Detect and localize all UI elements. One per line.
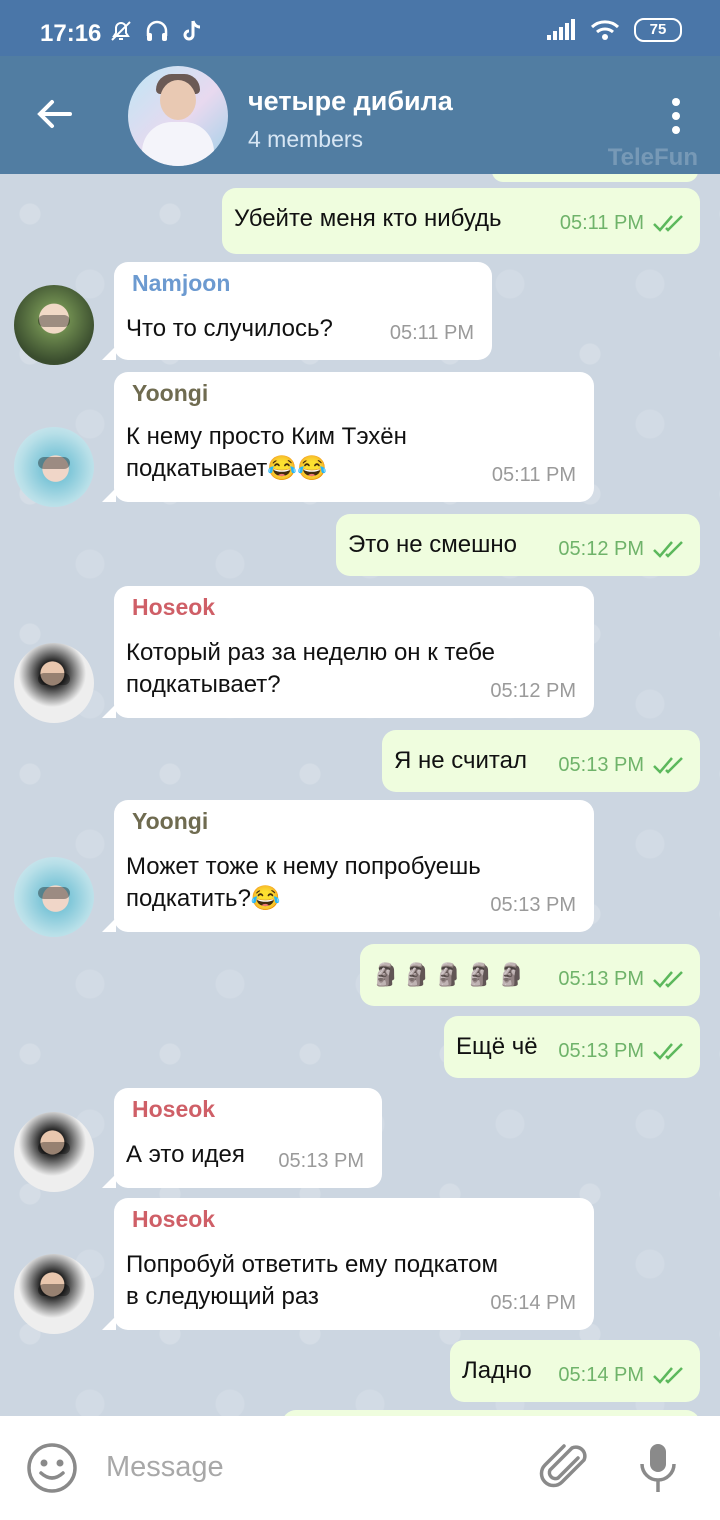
bubble-tail: [102, 704, 116, 718]
bubble-tail: [102, 1174, 116, 1188]
avatar[interactable]: [14, 285, 94, 365]
bubble-tail: [102, 488, 116, 502]
message-bubble-incoming[interactable]: Hoseok А это идея 05:13 PM: [114, 1088, 382, 1188]
signal-icon: [547, 19, 575, 40]
read-checkmarks-icon: [653, 757, 683, 774]
message-text-line: подкатить?😂: [126, 885, 281, 912]
message-text: Ладно: [462, 1357, 532, 1384]
mute-bell-icon: [111, 21, 131, 41]
microphone-icon[interactable]: [636, 1440, 680, 1496]
attach-icon[interactable]: [538, 1440, 592, 1494]
message-bubble-outgoing[interactable]: Убейте меня кто нибудь 05:11 PM: [222, 188, 700, 254]
sender-name[interactable]: Hoseok: [132, 594, 215, 621]
message-bubble-incoming[interactable]: Hoseok Который раз за неделю он к тебе п…: [114, 586, 594, 718]
message-bubble-incoming[interactable]: Yoongi К нему просто Ким Тэхён подкатыва…: [114, 372, 594, 502]
message-time: 05:12 PM: [558, 538, 644, 560]
sender-name[interactable]: Yoongi: [132, 808, 208, 835]
emoji-icon[interactable]: [26, 1442, 78, 1494]
message-text-line: подкатывает?: [126, 671, 281, 698]
sender-name[interactable]: Yoongi: [132, 380, 208, 407]
avatar[interactable]: [14, 643, 94, 723]
avatar[interactable]: [14, 1254, 94, 1334]
message-bubble-outgoing[interactable]: Я не считал 05:13 PM: [382, 730, 700, 792]
chat-title[interactable]: четыре дибила: [248, 86, 453, 117]
message-input[interactable]: [104, 1450, 508, 1485]
read-checkmarks-icon: [653, 215, 683, 232]
avatar[interactable]: [14, 857, 94, 937]
sender-name[interactable]: Namjoon: [132, 270, 230, 297]
watermark: TeleFun: [607, 144, 698, 171]
avatar[interactable]: [14, 1112, 94, 1192]
message-text-line: Может тоже к нему попробуешь: [126, 853, 481, 880]
message-bubble-incoming[interactable]: Namjoon Что то случилось? 05:11 PM: [114, 262, 492, 360]
message-text: Ещё чё: [456, 1033, 538, 1060]
message-list[interactable]: Убейте меня кто нибудь 05:11 PM Namjoon …: [0, 174, 720, 1416]
chat-member-count: 4 members: [248, 126, 364, 152]
sender-name[interactable]: Hoseok: [132, 1096, 215, 1123]
message-text-line: в следующий раз: [126, 1283, 319, 1310]
message-text-line: К нему просто Ким Тэхён: [126, 423, 407, 450]
read-checkmarks-icon: [653, 971, 683, 988]
message-time: 05:13 PM: [490, 894, 576, 916]
read-checkmarks-icon: [653, 1367, 683, 1384]
back-arrow-icon[interactable]: [34, 94, 74, 134]
message-text-line: Попробуй ответить ему подкатом: [126, 1251, 499, 1278]
status-time: 17:16: [40, 20, 102, 47]
message-text-line: подкатывает😂😂: [126, 455, 328, 482]
message-time: 05:13 PM: [278, 1150, 364, 1172]
chat-header: четыре дибила 4 members TeleFun: [0, 56, 720, 174]
message-composer: [0, 1416, 720, 1520]
message-bubble-incoming[interactable]: Yoongi Может тоже к нему попробуешь подк…: [114, 800, 594, 932]
group-avatar[interactable]: [128, 66, 228, 166]
message-bubble-outgoing[interactable]: 🗿🗿🗿🗿🗿 05:13 PM: [360, 944, 700, 1006]
read-checkmarks-icon: [653, 541, 683, 558]
message-time: 05:11 PM: [491, 464, 576, 486]
avatar[interactable]: [14, 427, 94, 507]
more-options-icon[interactable]: [664, 96, 688, 136]
wifi-icon: [590, 20, 620, 40]
message-text: Это не смешно: [348, 531, 517, 558]
status-bar: 17:16 75: [0, 0, 720, 56]
message-time: 05:13 PM: [558, 968, 644, 990]
message-time: 05:13 PM: [558, 1040, 644, 1062]
message-text: Что то случилось?: [126, 315, 333, 342]
battery-indicator: 75: [634, 18, 682, 42]
headphones-icon: [146, 20, 168, 41]
message-text-line: Который раз за неделю он к тебе: [126, 639, 496, 666]
message-text: Убейте меня кто нибудь: [234, 205, 502, 232]
status-left-icons: [108, 18, 204, 44]
message-time: 05:14 PM: [558, 1364, 644, 1386]
tiktok-icon: [183, 20, 201, 41]
bubble-tail: [102, 918, 116, 932]
message-text: Я не считал: [394, 747, 527, 774]
message-time: 05:11 PM: [389, 322, 474, 344]
message-time: 05:13 PM: [558, 754, 644, 776]
message-time: 05:11 PM: [559, 212, 644, 234]
bubble-tail: [102, 346, 116, 360]
message-text: 🗿🗿🗿🗿🗿: [372, 962, 529, 987]
message-time: 05:14 PM: [490, 1292, 576, 1314]
message-bubble-partial: [492, 174, 698, 182]
message-bubble-incoming[interactable]: Hoseok Попробуй ответить ему подкатом в …: [114, 1198, 594, 1330]
sender-name[interactable]: Hoseok: [132, 1206, 215, 1233]
message-bubble-outgoing[interactable]: Это не смешно 05:12 PM: [336, 514, 700, 576]
read-checkmarks-icon: [653, 1043, 683, 1060]
message-bubble-outgoing[interactable]: Ещё чё 05:13 PM: [444, 1016, 700, 1078]
bubble-tail: [102, 1316, 116, 1330]
status-right-icons: 75: [546, 18, 682, 42]
message-text: А это идея: [126, 1141, 245, 1168]
message-time: 05:12 PM: [490, 680, 576, 702]
message-bubble-outgoing[interactable]: Ладно 05:14 PM: [450, 1340, 700, 1402]
